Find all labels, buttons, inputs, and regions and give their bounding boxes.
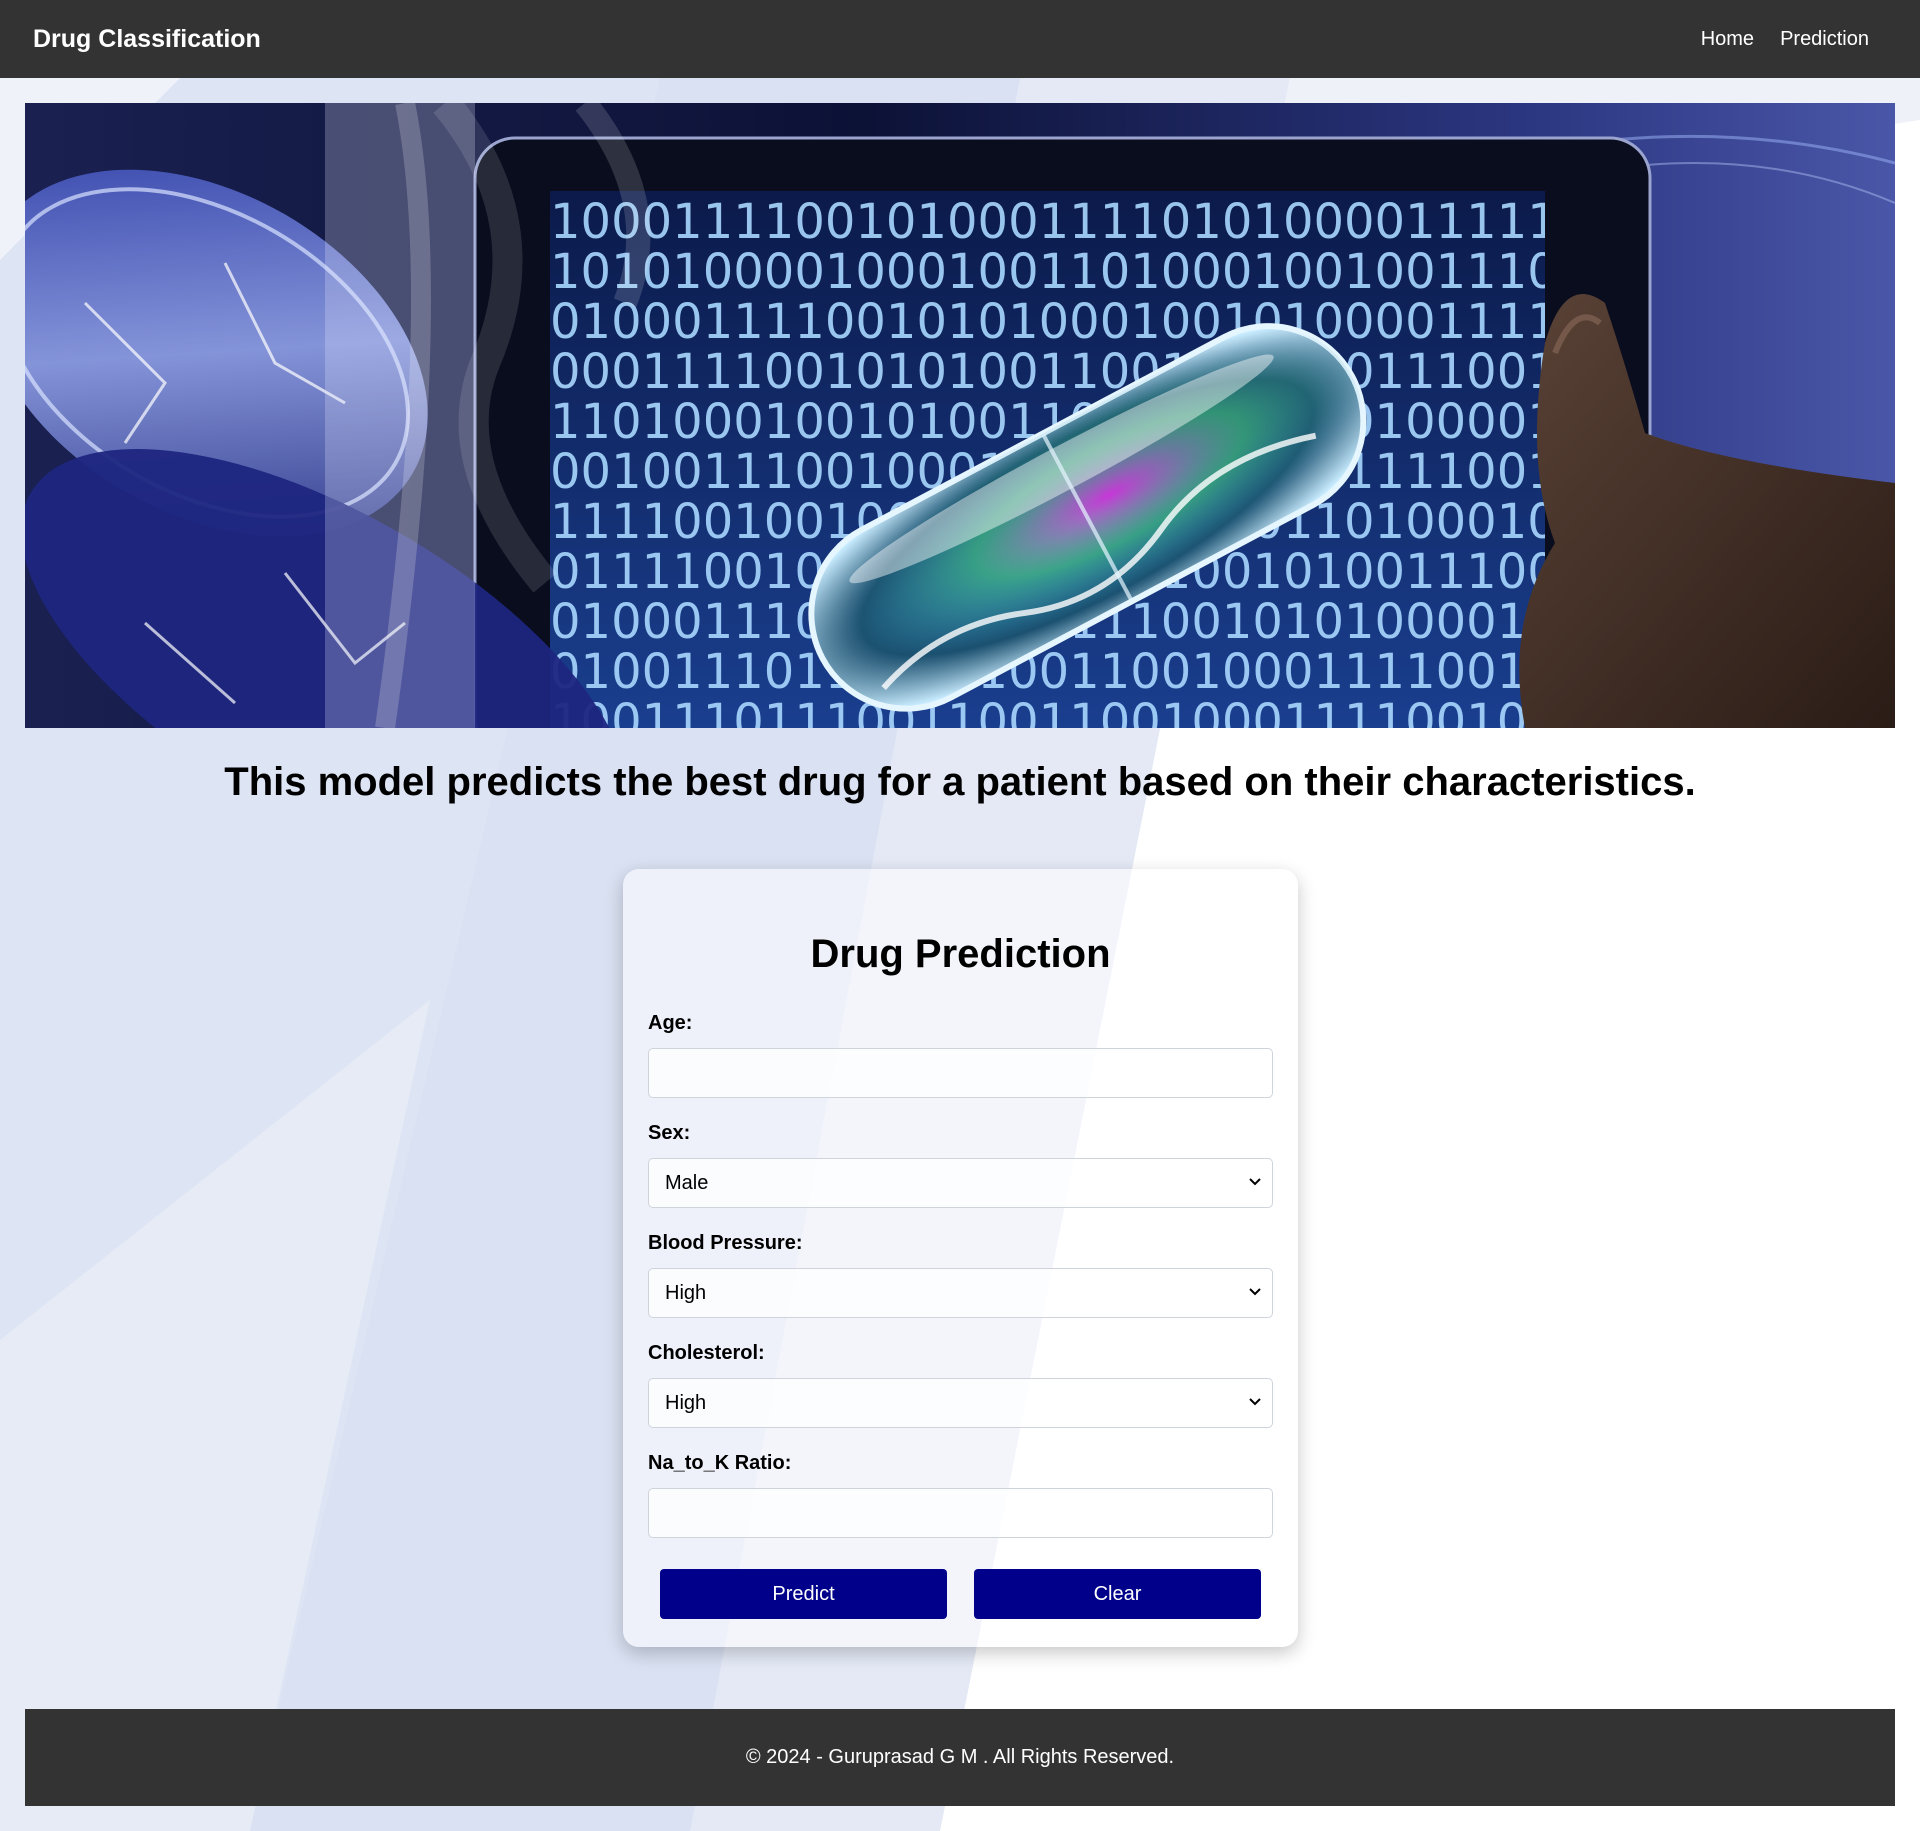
binary-row: 0001111001010100110010100001110010 [550, 344, 1588, 400]
blood-pressure-label: Blood Pressure: [648, 1232, 803, 1254]
na-to-k-label: Na_to_K Ratio: [648, 1452, 792, 1474]
blood-pressure-select[interactable]: High [648, 1268, 1273, 1318]
cholesterol-select[interactable]: High [648, 1378, 1273, 1428]
binary-row: 1010100001000100110100010010011101 [550, 244, 1588, 300]
prediction-form-card: Drug Prediction Age: Sex: Male Blood Pre… [623, 869, 1298, 1647]
sex-select-value[interactable]: Male [648, 1158, 1273, 1208]
age-input[interactable] [648, 1048, 1273, 1098]
cholesterol-select-value[interactable]: High [648, 1378, 1273, 1428]
chevron-down-icon [1249, 1178, 1261, 1186]
footer-copyright: © 2024 - Guruprasad G M . All Rights Res… [745, 1746, 1175, 1768]
nav-link-home[interactable]: Home [1701, 28, 1754, 51]
navbar: Drug Classification Home Prediction [0, 0, 1920, 78]
binary-row: 0100011110010101000100101000011110 [550, 294, 1588, 350]
binary-row: 1001110111001100110010001111001010 [550, 694, 1588, 728]
binary-row: 1000111100101000111101010000111110 [550, 194, 1588, 250]
sex-select[interactable]: Male [648, 1158, 1273, 1208]
hero-illustration: 1000111100101000111101010000111110101010… [25, 103, 1895, 728]
nav-link-prediction[interactable]: Prediction [1780, 28, 1869, 51]
na-to-k-input[interactable] [648, 1488, 1273, 1538]
chevron-down-icon [1249, 1398, 1261, 1406]
chevron-down-icon [1249, 1288, 1261, 1296]
brand-title[interactable]: Drug Classification [33, 25, 261, 54]
cholesterol-label: Cholesterol: [648, 1342, 765, 1364]
clear-button[interactable]: Clear [974, 1569, 1261, 1619]
footer: © 2024 - Guruprasad G M . All Rights Res… [25, 1709, 1895, 1806]
blood-pressure-select-value[interactable]: High [648, 1268, 1273, 1318]
sex-label: Sex: [648, 1122, 691, 1144]
form-title: Drug Prediction [810, 932, 1111, 976]
form-buttons: Predict Clear [648, 1569, 1273, 1619]
binary-row: 0100111011100110011001000111100110 [550, 644, 1588, 700]
age-label: Age: [648, 1012, 693, 1034]
tagline-heading: This model predicts the best drug for a … [224, 760, 1696, 804]
predict-button[interactable]: Predict [660, 1569, 947, 1619]
nav-links: Home Prediction [1701, 28, 1887, 51]
hero-image: 1000111100101000111101010000111110 101010… [25, 103, 1895, 728]
